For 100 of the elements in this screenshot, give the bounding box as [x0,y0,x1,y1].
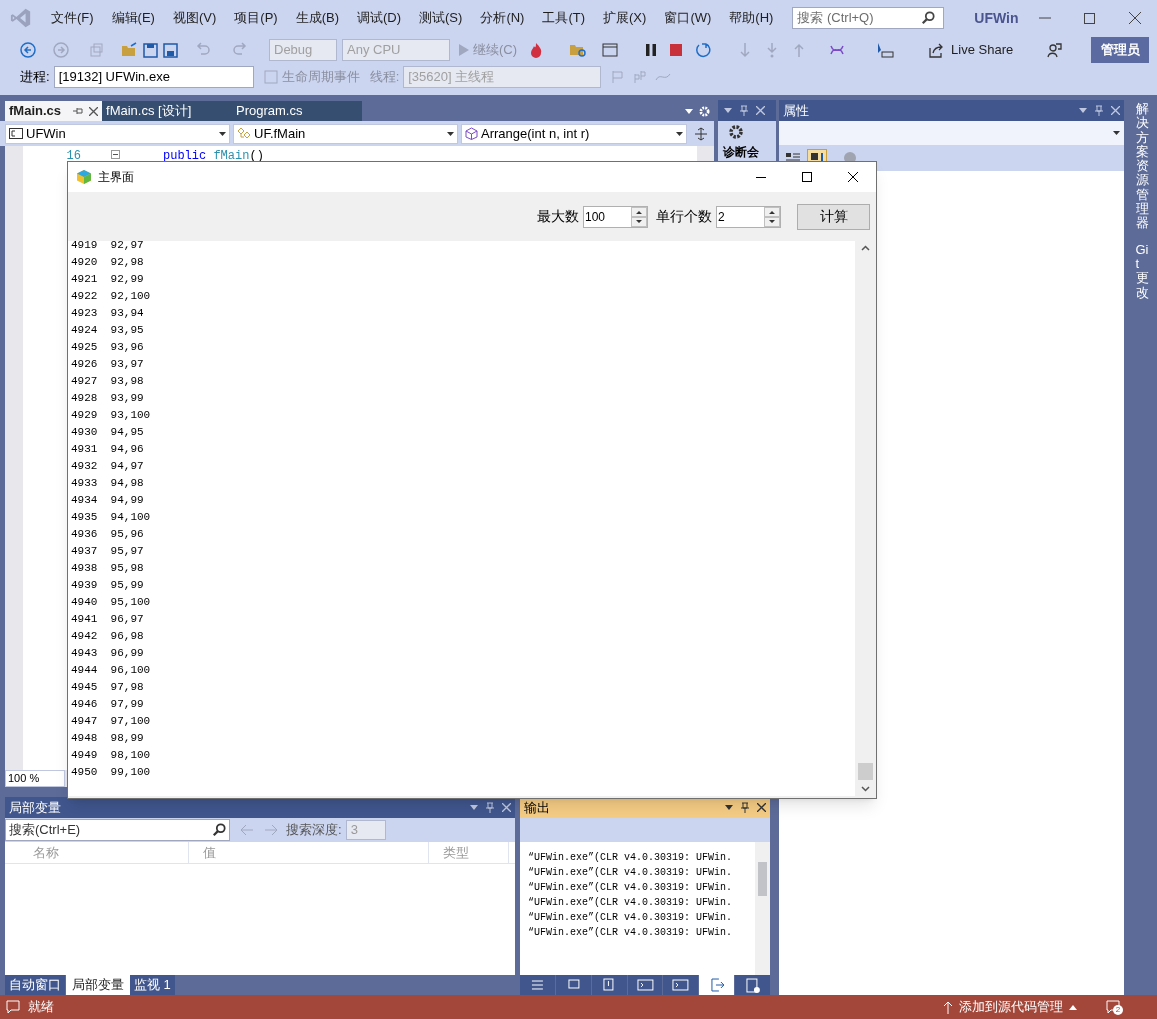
result-line: 4939 95,99 [71,578,145,593]
logo-icon [10,7,32,29]
panel-tab[interactable]: 自动窗口 [5,975,65,995]
window-icon[interactable] [602,42,619,58]
result-line: 4922 92,100 [71,289,152,304]
member-dropdown[interactable]: Arrange(int n, int r) [461,123,687,144]
menu-item[interactable]: 窗口(W) [655,8,721,28]
output-icon[interactable] [699,975,735,995]
output-line: “UFWin.exe”(CLR v4.0.30319: UFWin. [528,866,734,880]
project-dropdown[interactable]: UFWin [5,123,230,144]
settings-icon[interactable] [728,123,744,140]
side-tab[interactable]: 解决方案资源管理器 [1135,102,1149,231]
scroll-thumb[interactable] [858,763,873,780]
search-depth-label: 搜索深度: [286,821,342,840]
dropdown-icon[interactable] [725,805,733,810]
stop-icon[interactable] [670,44,683,56]
source-control-button[interactable]: 添加到源代码管理 [943,997,1077,1017]
menu-item[interactable]: 测试(S) [410,8,472,28]
spinner-arrows-icon [631,206,647,227]
result-line: 4932 94,97 [71,459,145,474]
pin-icon[interactable] [73,107,83,115]
result-line: 4938 95,98 [71,561,145,576]
editor-tab[interactable]: fMain.cs [设计] [102,101,232,121]
collapse-icon[interactable] [111,150,120,159]
menu-item[interactable]: 分析(N) [471,8,534,28]
panel-tab[interactable]: 局部变量 [66,975,130,995]
search-field[interactable]: 搜索 (Ctrl+Q) [792,7,945,29]
calculate-button[interactable]: 计算 [797,203,870,230]
result-line: 4927 93,98 [71,374,145,389]
editor-tab[interactable]: Program.cs [232,101,362,121]
exception-icon[interactable] [591,975,627,995]
list-icon[interactable] [520,975,555,995]
feedback-icon[interactable] [1046,42,1063,58]
menu-item[interactable]: 生成(B) [286,8,348,28]
menu-item[interactable]: 帮助(H) [720,8,783,28]
editor-tab[interactable]: fMain.cs [5,101,102,121]
pin-icon[interactable] [741,802,749,813]
result-line: 4930 94,95 [71,425,145,440]
menu-item[interactable]: 文件(F) [42,8,103,28]
cursor-icon[interactable] [876,42,895,58]
open-folder-icon[interactable] [121,42,138,58]
output-line: “UFWin.exe”(CLR v4.0.30319: UFWin. [528,896,734,910]
window-stack-icon[interactable] [555,975,591,995]
result-line: 4919 92,97 [71,241,145,253]
field-label: 最大数 [537,207,579,226]
terminal-icon[interactable] [627,975,663,995]
result-line: 4948 98,99 [71,731,145,746]
notifications-button[interactable]: 2 [1105,1000,1121,1014]
close-icon [848,172,858,182]
result-line: 4931 94,96 [71,442,145,457]
close-icon[interactable] [757,803,766,812]
scroll-thumb[interactable] [758,862,767,896]
number-input[interactable]: 2 [717,206,764,227]
class-dropdown[interactable]: UF.fMain [233,123,458,144]
zoom-dropdown[interactable]: 100 % [5,770,65,787]
menu-item[interactable]: 工具(T) [533,8,595,28]
pause-icon[interactable] [645,43,658,57]
menu-item[interactable]: 调试(D) [348,8,411,28]
process-dropdown[interactable]: [19132] UFWin.exe [53,66,254,88]
clipboard-icon[interactable] [735,975,770,995]
result-line: 4946 97,99 [71,697,145,712]
scrollbar[interactable] [855,241,876,796]
result-line: 4949 98,100 [71,748,152,763]
close-icon[interactable] [89,106,98,116]
restart-icon[interactable] [695,42,712,58]
status-text: 就绪 [28,998,54,1017]
dropdown-icon [219,131,226,136]
side-tab[interactable]: Git 更改 [1135,242,1149,300]
result-line: 4934 94,99 [71,493,145,508]
dropdown-icon[interactable] [1113,131,1120,135]
number-spinner[interactable]: 2 [716,205,781,228]
menu-item[interactable]: 项目(P) [225,8,287,28]
menu-item[interactable]: 编辑(E) [102,8,164,28]
method-icon [465,127,478,140]
number-spinner[interactable]: 100 [583,205,648,228]
panel-tab[interactable]: 监视 1 [130,975,175,995]
split-icon[interactable] [694,126,708,141]
search-field[interactable]: 搜索(Ctrl+E) [5,819,230,841]
admin-button[interactable]: 管理员 [1091,37,1150,63]
search-input[interactable]: 搜索 (Ctrl+Q) [797,8,922,28]
play-icon [459,44,469,56]
menu-item[interactable]: 视图(V) [163,8,226,28]
class-icon [237,127,251,140]
scrollbar[interactable] [755,842,770,975]
dropdown-icon[interactable] [685,108,693,114]
terminal-icon[interactable] [663,975,699,995]
output-line: “UFWin.exe”(CLR v4.0.30319: UFWin. [528,851,734,865]
search-icon [212,823,226,837]
folder-search-icon[interactable] [569,42,588,58]
save-icon[interactable] [143,42,158,58]
search-input[interactable]: 搜索(Ctrl+E) [9,820,212,840]
live-share-button[interactable]: Live Share [929,40,1014,60]
output-line: “UFWin.exe”(CLR v4.0.30319: UFWin. [528,911,734,925]
result-line: 4921 92,99 [71,272,145,287]
save-all-icon[interactable] [163,42,178,58]
number-input[interactable]: 100 [584,206,631,227]
menu-item[interactable]: 扩展(X) [594,8,656,28]
back-icon[interactable] [20,42,36,58]
dropdown-icon [447,131,454,136]
panel-title: 属性 [783,101,809,120]
